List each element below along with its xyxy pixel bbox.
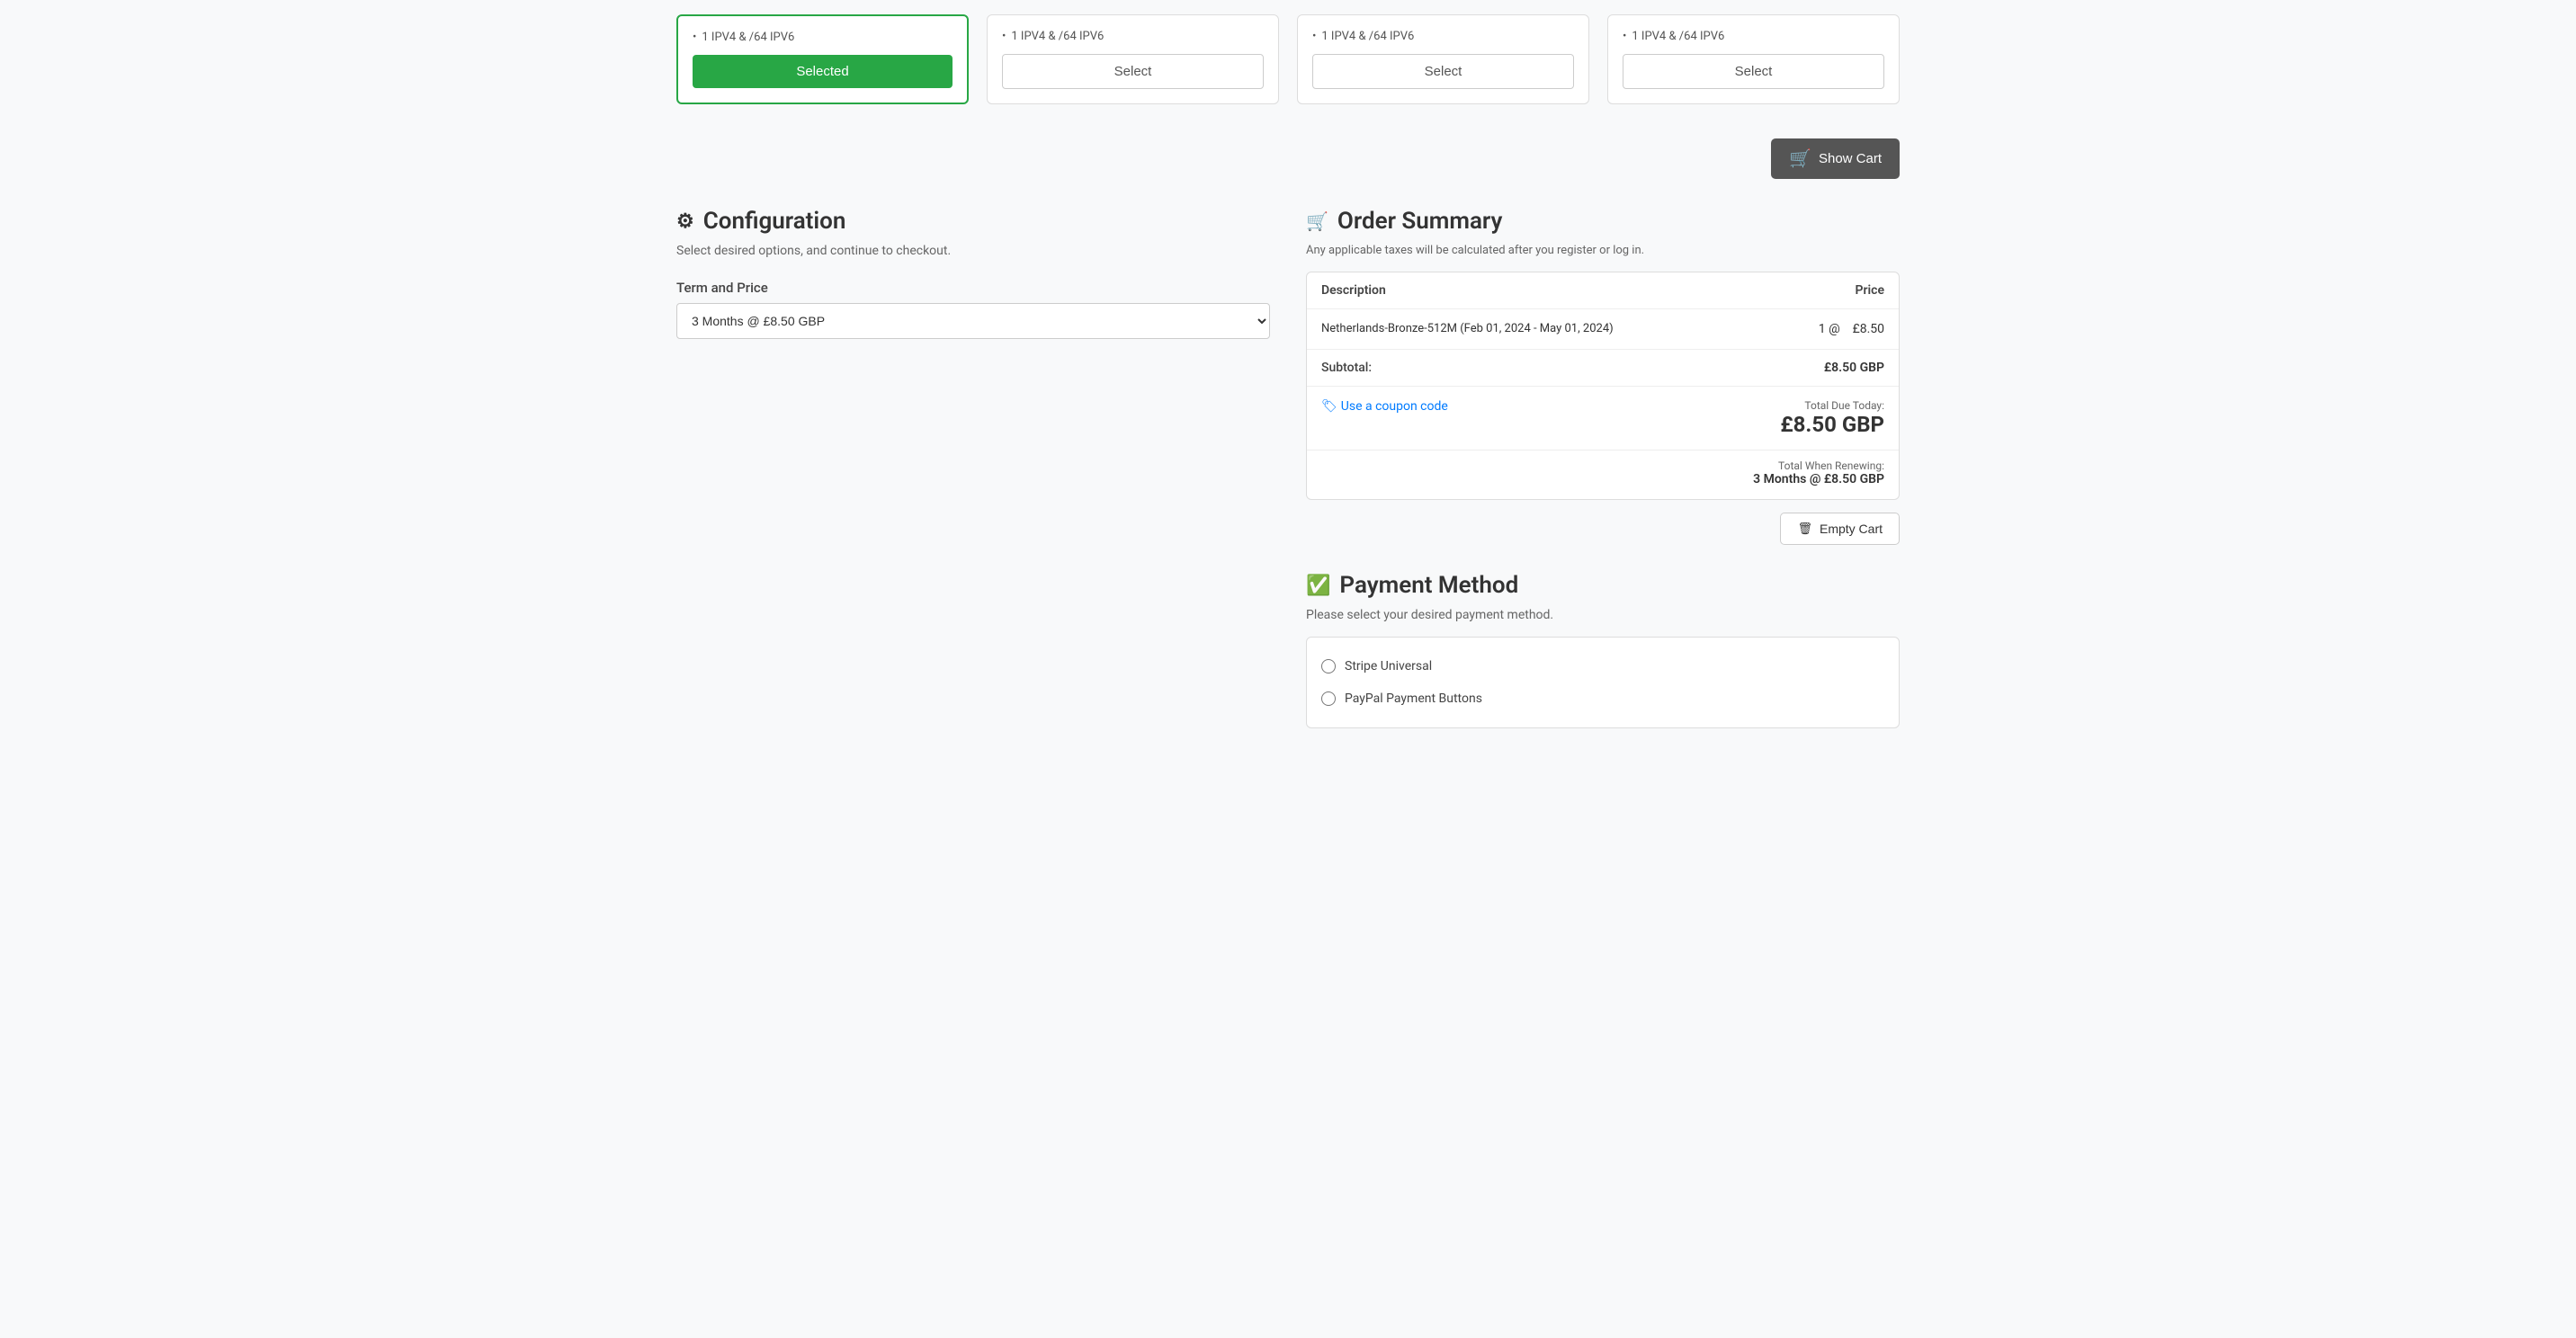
empty-cart-label: Empty Cart [1820,522,1883,536]
renewing-label: Total When Renewing: [1321,459,1884,472]
plan-4-select-button[interactable]: Select [1623,54,1884,89]
payment-section: ✅ Payment Method Please select your desi… [1306,572,1900,728]
order-summary-box: Description Price Netherlands-Bronze-512… [1306,272,1900,500]
total-due-label: Total Due Today: [1780,399,1884,412]
order-subtotal-row: Subtotal: £8.50 GBP [1307,350,1899,387]
order-item-description: Netherlands-Bronze-512M (Feb 01, 2024 - … [1321,322,1614,335]
col-price: Price [1856,283,1885,298]
order-summary-title: 🛒 Order Summary [1306,208,1900,235]
configuration-section: ⚙ Configuration Select desired options, … [676,208,1270,728]
subtotal-value: £8.50 GBP [1824,361,1884,375]
item-qty: 1 @ [1819,322,1840,336]
payment-subtitle: Please select your desired payment metho… [1306,608,1900,622]
plan-card-1: 1 IPV4 & /64 IPV6 Selected [676,14,969,104]
total-due-block: Total Due Today: £8.50 GBP [1780,399,1884,437]
show-cart-row: 🛒 Show Cart [676,128,1900,190]
empty-cart-row: 🗑 Empty Cart [1306,513,1900,545]
plans-row: 1 IPV4 & /64 IPV6 Selected 1 IPV4 & /64 … [676,0,1900,119]
order-summary-subtitle: Any applicable taxes will be calculated … [1306,244,1900,257]
check-circle-icon: ✅ [1306,575,1330,597]
plan-3-select-button[interactable]: Select [1312,54,1574,89]
config-subtitle: Select desired options, and continue to … [676,244,1270,258]
empty-cart-button[interactable]: 🗑 Empty Cart [1780,513,1900,545]
payment-option-paypal[interactable]: PayPal Payment Buttons [1321,682,1884,715]
coupon-link[interactable]: 🏷 Use a coupon code [1321,399,1448,414]
payment-options-box: Stripe Universal PayPal Payment Buttons [1306,637,1900,728]
term-price-label: Term and Price [676,280,1270,296]
main-content: ⚙ Configuration Select desired options, … [676,208,1900,728]
plan-card-2: 1 IPV4 & /64 IPV6 Select [987,14,1279,104]
plan-4-feature: 1 IPV4 & /64 IPV6 [1623,30,1884,43]
cart-icon-summary: 🛒 [1306,210,1328,232]
payment-title: ✅ Payment Method [1306,572,1900,599]
stripe-radio[interactable] [1321,659,1336,673]
plan-3-feature: 1 IPV4 & /64 IPV6 [1312,30,1574,43]
plan-card-4: 1 IPV4 & /64 IPV6 Select [1607,14,1900,104]
cart-icon: 🛒 [1789,147,1811,170]
stripe-label: Stripe Universal [1345,659,1432,673]
paypal-radio[interactable] [1321,691,1336,706]
order-item-price: 1 @ £8.50 [1819,322,1884,336]
order-coupon-row: 🏷 Use a coupon code Total Due Today: £8.… [1307,387,1899,450]
gear-icon: ⚙ [676,210,694,233]
total-due-amount: £8.50 GBP [1780,412,1884,437]
term-price-field: Term and Price 3 Months @ £8.50 GBP 1 Mo… [676,280,1270,339]
col-description: Description [1321,283,1386,298]
plan-card-3: 1 IPV4 & /64 IPV6 Select [1297,14,1589,104]
term-price-select[interactable]: 3 Months @ £8.50 GBP 1 Month @ £3.50 GBP… [676,303,1270,339]
renewing-value: 3 Months @ £8.50 GBP [1321,472,1884,486]
config-title: ⚙ Configuration [676,208,1270,235]
paypal-label: PayPal Payment Buttons [1345,691,1482,706]
renewing-block: Total When Renewing: 3 Months @ £8.50 GB… [1307,450,1899,499]
plan-1-feature: 1 IPV4 & /64 IPV6 [693,31,953,44]
order-summary-section: 🛒 Order Summary Any applicable taxes wil… [1306,208,1900,728]
item-price-value: £8.50 [1853,322,1884,336]
plan-2-feature: 1 IPV4 & /64 IPV6 [1002,30,1264,43]
plan-2-select-button[interactable]: Select [1002,54,1264,89]
show-cart-label: Show Cart [1819,151,1882,166]
order-item-row: Netherlands-Bronze-512M (Feb 01, 2024 - … [1307,309,1899,350]
order-table-header: Description Price [1307,272,1899,309]
subtotal-label: Subtotal: [1321,361,1372,375]
tag-icon: 🏷 [1321,399,1337,414]
plan-1-select-button[interactable]: Selected [693,55,953,88]
show-cart-button[interactable]: 🛒 Show Cart [1771,138,1900,179]
payment-option-stripe[interactable]: Stripe Universal [1321,650,1884,682]
trash-icon: 🗑 [1797,522,1812,536]
